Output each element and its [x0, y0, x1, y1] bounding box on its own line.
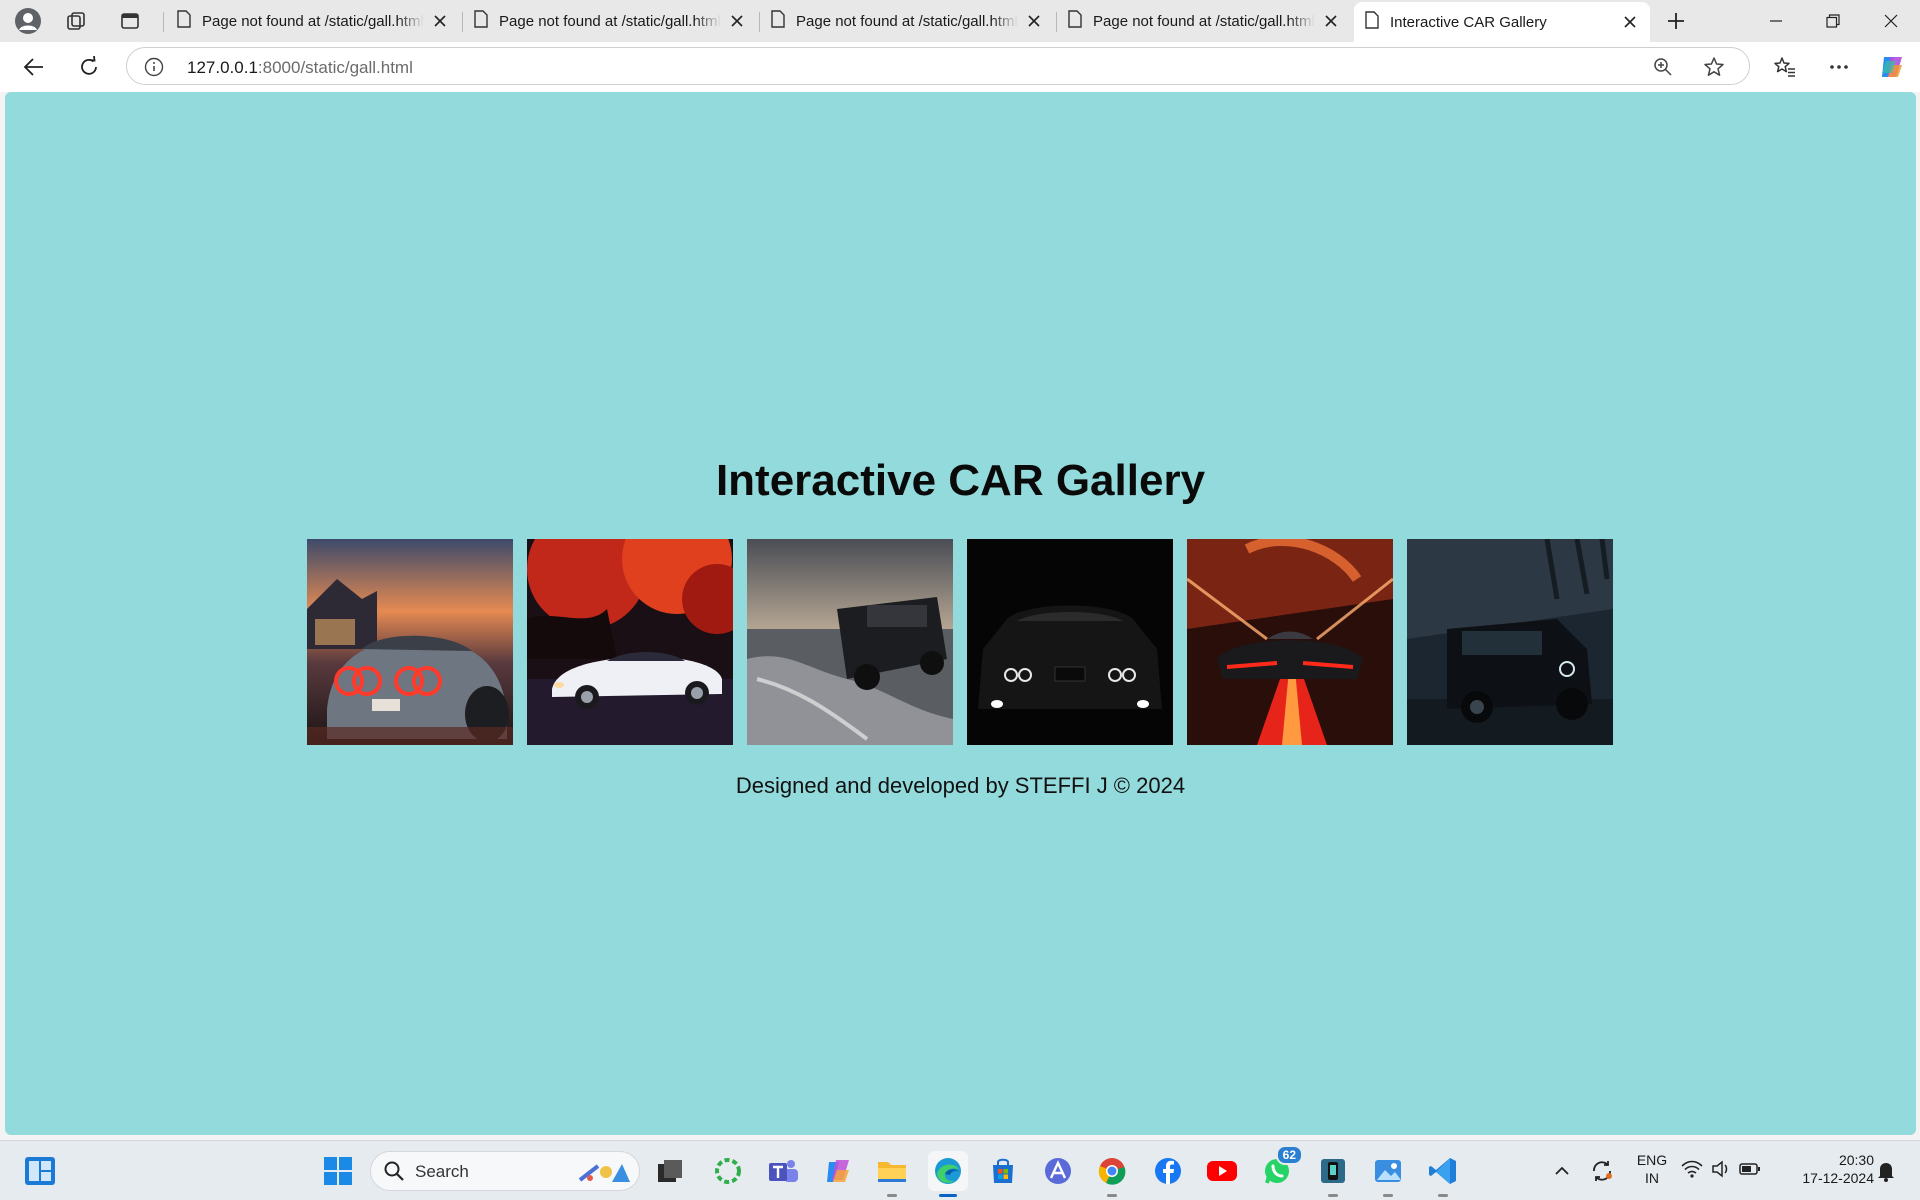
microsoft-store-icon[interactable]	[983, 1151, 1023, 1191]
car-photo-6[interactable]	[1407, 539, 1613, 745]
show-hidden-icons-chevron-icon[interactable]	[1542, 1151, 1582, 1191]
app-green-ring-icon[interactable]	[708, 1151, 748, 1191]
browser-toolbar: 127.0.0.1:8000/static/gall.html	[0, 42, 1920, 92]
teams-icon[interactable]	[763, 1151, 803, 1191]
sync-icon[interactable]	[1582, 1151, 1622, 1191]
refresh-icon[interactable]	[71, 49, 107, 85]
task-view-icon[interactable]	[650, 1151, 690, 1191]
facebook-icon[interactable]	[1148, 1151, 1188, 1191]
search-highlight-icon	[576, 1158, 632, 1191]
back-arrow-icon[interactable]	[16, 49, 52, 85]
search-icon	[383, 1160, 405, 1187]
url-host: 127.0.0.1	[187, 58, 258, 77]
address-bar[interactable]: 127.0.0.1:8000/static/gall.html	[126, 47, 1750, 85]
car-photo-rear-red-taillights-icon	[307, 539, 513, 745]
windows-taskbar: Search 62 ENG IN 20:30 17-12-2024	[0, 1140, 1920, 1200]
phone-link-icon[interactable]	[1313, 1151, 1353, 1197]
page-icon	[473, 10, 489, 32]
battery-icon	[1739, 1162, 1761, 1181]
vscode-icon[interactable]	[1423, 1151, 1463, 1197]
chrome-icon[interactable]	[1092, 1151, 1132, 1197]
car-gallery	[307, 539, 1613, 745]
tab-page-not-found-1[interactable]: Page not found at /static/gall.html	[166, 4, 460, 38]
car-photo-1[interactable]	[307, 539, 513, 745]
close-window-icon[interactable]	[1862, 0, 1920, 42]
volume-icon	[1711, 1159, 1731, 1183]
file-explorer-icon[interactable]	[872, 1151, 912, 1197]
tab-label: Page not found at /static/gall.html	[499, 12, 721, 30]
search-placeholder: Search	[415, 1162, 469, 1181]
profile-icon[interactable]	[6, 5, 50, 37]
language-code: ENG	[1636, 1152, 1668, 1168]
url-path: :8000/static/gall.html	[257, 58, 413, 77]
tab-strip: Page not found at /static/gall.html Page…	[0, 0, 1920, 42]
footer-credit: Designed and developed by STEFFI J © 202…	[735, 773, 1186, 798]
site-info-icon[interactable]	[143, 56, 165, 78]
tab-label: Page not found at /static/gall.html	[1093, 12, 1315, 30]
tab-page-not-found-4[interactable]: Page not found at /static/gall.html	[1057, 4, 1351, 38]
notification-bell-icon[interactable]	[1866, 1151, 1906, 1191]
favorites-icon[interactable]	[1767, 49, 1803, 85]
clock-date: 17-12-2024	[1802, 1170, 1874, 1186]
wifi-icon	[1681, 1160, 1703, 1183]
vertical-tabs-icon[interactable]	[108, 5, 152, 37]
page-icon	[1364, 11, 1380, 33]
minimize-icon[interactable]	[1747, 0, 1805, 42]
copilot-app-icon[interactable]	[818, 1151, 858, 1191]
close-tab-icon[interactable]	[430, 11, 450, 31]
car-photo-white-sports-coupe-icon	[527, 539, 733, 745]
network-volume-battery-group[interactable]	[1676, 1151, 1766, 1191]
car-photo-3[interactable]	[747, 539, 953, 745]
whatsapp-badge: 62	[1275, 1145, 1303, 1165]
tab-label: Page not found at /static/gall.html	[202, 12, 424, 30]
keyboard-region: IN	[1645, 1170, 1659, 1186]
clock-time: 20:30	[1838, 1152, 1874, 1168]
close-tab-icon[interactable]	[1024, 11, 1044, 31]
clock[interactable]: 20:30 17-12-2024	[1778, 1151, 1874, 1187]
close-tab-icon[interactable]	[727, 11, 747, 31]
start-windows-icon[interactable]	[318, 1151, 358, 1191]
car-photo-dark-front-headlights-icon	[967, 539, 1173, 745]
tab-label: Interactive CAR Gallery	[1390, 13, 1547, 31]
language-indicator[interactable]: ENG IN	[1630, 1151, 1674, 1187]
copilot-icon[interactable]	[1874, 49, 1910, 85]
close-tab-icon[interactable]	[1321, 11, 1341, 31]
zoom-icon[interactable]	[1651, 55, 1675, 79]
photos-icon[interactable]	[1368, 1151, 1408, 1197]
taskbar-search[interactable]: Search	[370, 1151, 640, 1191]
close-tab-icon[interactable]	[1620, 12, 1640, 32]
whatsapp-icon[interactable]: 62	[1257, 1145, 1303, 1191]
app-triangle-icon[interactable]	[1038, 1151, 1078, 1191]
car-photo-2[interactable]	[527, 539, 733, 745]
more-options-icon[interactable]	[1821, 49, 1857, 85]
tab-label: Page not found at /static/gall.html	[796, 12, 1018, 30]
url-text: 127.0.0.1:8000/static/gall.html	[187, 58, 413, 78]
tab-interactive-car-gallery[interactable]: Interactive CAR Gallery	[1354, 2, 1650, 42]
favorite-star-icon[interactable]	[1702, 55, 1726, 79]
widgets-icon[interactable]	[20, 1151, 60, 1191]
car-photo-4[interactable]	[967, 539, 1173, 745]
page-icon	[1067, 10, 1083, 32]
tab-page-not-found-2[interactable]: Page not found at /static/gall.html	[463, 4, 757, 38]
car-photo-red-black-supercar-icon	[1187, 539, 1393, 745]
car-photo-suv-on-water-icon	[747, 539, 953, 745]
tab-page-not-found-3[interactable]: Page not found at /static/gall.html	[760, 4, 1054, 38]
page-icon	[770, 10, 786, 32]
youtube-icon[interactable]	[1202, 1151, 1242, 1191]
page-viewport: Interactive CAR Gallery Designed and dev…	[5, 92, 1916, 1135]
car-photo-dark-suv-icon	[1407, 539, 1613, 745]
workspaces-icon[interactable]	[54, 5, 98, 37]
page-icon	[176, 10, 192, 32]
car-photo-5[interactable]	[1187, 539, 1393, 745]
restore-icon[interactable]	[1804, 0, 1862, 42]
edge-browser-icon[interactable]	[928, 1151, 968, 1197]
page-title: Interactive CAR Gallery	[715, 456, 1206, 505]
new-tab-icon[interactable]	[1654, 5, 1698, 37]
